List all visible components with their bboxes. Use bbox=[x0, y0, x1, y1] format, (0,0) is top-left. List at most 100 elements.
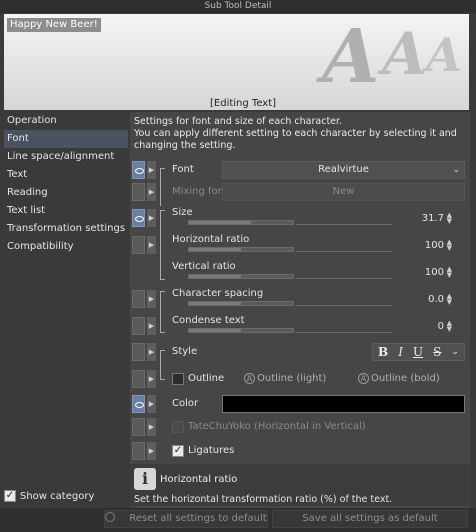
condense-text-spinner-icon[interactable]: ▲ ▼ bbox=[447, 320, 452, 333]
reset-defaults-label: Reset all settings to default bbox=[129, 513, 267, 524]
sidebar-item-transformation[interactable]: Transformation settings bbox=[4, 220, 128, 238]
mixing-font-label: Mixing font bbox=[172, 186, 228, 197]
condense-text-slider[interactable] bbox=[188, 328, 294, 333]
sidebar-item-text[interactable]: Text bbox=[4, 166, 128, 184]
mixing-font-visibility-toggle[interactable] bbox=[132, 183, 145, 201]
show-category-label: Show category bbox=[20, 490, 95, 502]
horizontal-ratio-value[interactable]: 100 bbox=[425, 240, 444, 251]
vertical-ratio-row: Vertical ratio 100 ▲ ▼ bbox=[130, 260, 470, 284]
sidebar-item-reading[interactable]: Reading bbox=[4, 184, 128, 202]
sidebar-item-text-list[interactable]: Text list bbox=[4, 202, 128, 220]
font-expand-arrow[interactable]: ▶ bbox=[147, 161, 156, 179]
vertical-ratio-label: Vertical ratio bbox=[172, 261, 236, 272]
preview-glyph-small: A bbox=[426, 28, 462, 82]
horizontal-ratio-row: ▶ Horizontal ratio 100 ▲ ▼ bbox=[130, 233, 470, 257]
outline-checkbox[interactable] bbox=[172, 373, 184, 385]
character-spacing-value[interactable]: 0.0 bbox=[428, 294, 444, 305]
horizontal-ratio-spinner-icon[interactable]: ▲ ▼ bbox=[447, 239, 452, 252]
outline-row: ▶ Outline A Outline (light) A Outline (b… bbox=[130, 367, 470, 391]
font-visibility-toggle[interactable] bbox=[132, 161, 145, 179]
italic-button[interactable]: I bbox=[398, 345, 403, 359]
font-dropdown[interactable]: Realvirtue ⌄ bbox=[222, 161, 465, 179]
vertical-ratio-slider-fill bbox=[189, 275, 241, 278]
outline-bold-icon: A bbox=[358, 373, 369, 384]
character-spacing-slider-fill bbox=[189, 302, 241, 305]
style-expand-arrow[interactable]: ▶ bbox=[147, 343, 156, 361]
sidebar-item-font[interactable]: Font bbox=[4, 130, 128, 148]
condense-text-label: Condense text bbox=[172, 315, 245, 326]
style-visibility-toggle[interactable] bbox=[132, 343, 145, 361]
size-visibility-toggle[interactable] bbox=[132, 209, 145, 227]
horizontal-ratio-label: Horizontal ratio bbox=[172, 234, 250, 245]
vertical-ratio-slider[interactable] bbox=[188, 274, 294, 279]
size-slider[interactable] bbox=[188, 220, 294, 225]
vertical-ratio-spinner-icon[interactable]: ▲ ▼ bbox=[447, 266, 452, 279]
sidebar-item-line-space[interactable]: Line space/alignment bbox=[4, 148, 128, 166]
vertical-ratio-value[interactable]: 100 bbox=[425, 267, 444, 278]
font-row: ▶ Font Realvirtue ⌄ bbox=[130, 158, 470, 206]
show-category-checkbox[interactable]: ✓ bbox=[4, 490, 16, 502]
outline-visibility-toggle[interactable] bbox=[132, 370, 145, 388]
style-label: Style bbox=[172, 346, 198, 357]
underline-button[interactable]: U bbox=[413, 345, 423, 359]
tatechuyoko-expand-arrow[interactable]: ▶ bbox=[147, 418, 156, 436]
preview-glyph-medium: A bbox=[382, 20, 428, 88]
ligatures-expand-arrow[interactable]: ▶ bbox=[147, 442, 156, 460]
save-defaults-button[interactable]: Save all settings as default bbox=[272, 510, 468, 528]
window-title: Sub Tool Detail bbox=[0, 0, 476, 13]
size-slider-fill bbox=[189, 221, 252, 224]
condense-text-visibility-toggle[interactable] bbox=[132, 317, 145, 335]
size-spinner-icon[interactable]: ▲ ▼ bbox=[447, 212, 452, 225]
mixing-font-expand-arrow[interactable]: ▶ bbox=[147, 183, 156, 201]
horizontal-ratio-slider[interactable] bbox=[188, 247, 294, 252]
preview-sample-text: Happy New Beer! bbox=[7, 18, 101, 32]
preview-glyph-large: A bbox=[322, 14, 380, 100]
condense-text-value[interactable]: 0 bbox=[438, 321, 444, 332]
condense-text-slider-track bbox=[296, 332, 392, 333]
character-spacing-expand-arrow[interactable]: ▶ bbox=[147, 290, 156, 308]
mixing-font-row: ▶ Mixing font New bbox=[130, 180, 470, 204]
tatechuyoko-row: ▶ TateChuYoko (Horizontal in Vertical) bbox=[130, 415, 470, 439]
horizontal-ratio-visibility-toggle[interactable] bbox=[132, 236, 145, 254]
character-spacing-slider[interactable] bbox=[188, 301, 294, 306]
ligatures-checkbox[interactable]: ✓ bbox=[172, 445, 184, 457]
outline-light-icon: A bbox=[244, 373, 255, 384]
sidebar-item-operation[interactable]: Operation bbox=[4, 112, 128, 130]
character-spacing-spinner-icon[interactable]: ▲ ▼ bbox=[447, 293, 452, 306]
condense-text-expand-arrow[interactable]: ▶ bbox=[147, 317, 156, 335]
color-swatch[interactable] bbox=[222, 395, 465, 413]
mixing-font-new-button[interactable]: New bbox=[222, 183, 465, 201]
style-buttons: B I U S ⌄ bbox=[372, 343, 465, 361]
condense-text-slider-fill bbox=[189, 329, 241, 332]
outline-expand-arrow[interactable]: ▶ bbox=[147, 370, 156, 388]
reset-defaults-button[interactable]: Reset all settings to default bbox=[104, 510, 268, 528]
size-label: Size bbox=[172, 207, 193, 218]
character-spacing-row: ▶ Character spacing 0.0 ▲ ▼ bbox=[130, 287, 470, 333]
horizontal-ratio-slider-track bbox=[296, 251, 392, 252]
show-category-toggle[interactable]: ✓ Show category bbox=[4, 490, 94, 502]
tatechuyoko-visibility-toggle[interactable] bbox=[132, 418, 145, 436]
outline-light-label: Outline (light) bbox=[257, 373, 327, 384]
font-label: Font bbox=[172, 164, 194, 175]
info-title: Horizontal ratio bbox=[160, 474, 238, 485]
color-visibility-toggle[interactable] bbox=[132, 395, 145, 413]
chevron-down-icon[interactable]: ⌄ bbox=[451, 347, 459, 357]
horizontal-ratio-slider-fill bbox=[189, 248, 241, 251]
size-value[interactable]: 31.7 bbox=[422, 213, 444, 224]
ligatures-visibility-toggle[interactable] bbox=[132, 442, 145, 460]
horizontal-ratio-expand-arrow[interactable]: ▶ bbox=[147, 236, 156, 254]
strikethrough-button[interactable]: S bbox=[433, 345, 441, 359]
ligatures-row: ▶ ✓ Ligatures bbox=[130, 439, 470, 463]
outline-bold-option[interactable]: A Outline (bold) bbox=[358, 373, 440, 384]
panel-description: Settings for font and size of each chara… bbox=[134, 116, 468, 152]
size-slider-track bbox=[296, 224, 392, 225]
size-expand-arrow[interactable]: ▶ bbox=[147, 209, 156, 227]
outline-light-option[interactable]: A Outline (light) bbox=[244, 373, 326, 384]
text-preview: A A A Happy New Beer! [Editing Text] bbox=[4, 14, 469, 110]
bold-button[interactable]: B bbox=[378, 345, 388, 359]
tatechuyoko-checkbox[interactable] bbox=[172, 421, 184, 433]
sidebar-item-compatibility[interactable]: Compatibility bbox=[4, 238, 128, 256]
color-expand-arrow[interactable]: ▶ bbox=[147, 395, 156, 413]
character-spacing-visibility-toggle[interactable] bbox=[132, 290, 145, 308]
category-sidebar: Operation Font Line space/alignment Text… bbox=[4, 112, 128, 508]
